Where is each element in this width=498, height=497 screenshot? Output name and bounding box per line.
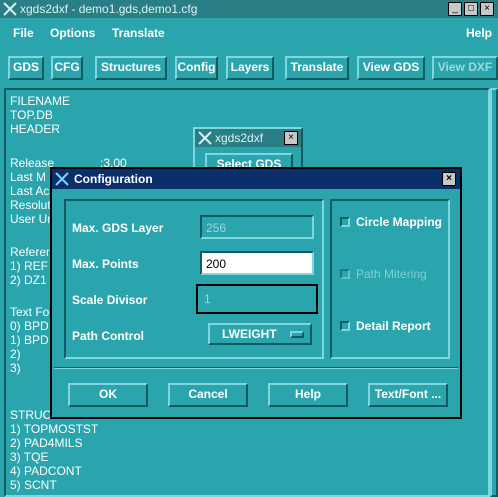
max-layer-value: 256 <box>206 221 227 235</box>
info-line: Last Ac <box>10 184 50 198</box>
app-x-icon <box>2 1 18 20</box>
view-dxf-button[interactable]: View DXF <box>432 56 498 80</box>
header-block: Release:3.00 Last M Last Ac Resolut User… <box>10 156 127 226</box>
config-titlebar[interactable]: Configuration × <box>52 169 460 189</box>
structure-item: 2) PAD4MILS <box>10 436 83 450</box>
scale-divisor-field[interactable]: 1 <box>196 284 318 314</box>
info-line: Referen <box>10 245 53 259</box>
close-button[interactable]: × <box>442 172 456 186</box>
menu-options[interactable]: Options <box>50 26 95 40</box>
view-gds-button[interactable]: View GDS <box>357 56 425 80</box>
vertical-scrollbar[interactable] <box>490 88 498 497</box>
scale-divisor-label: Scale Divisor <box>72 293 148 307</box>
path-mitering-label: Path Mitering <box>356 267 427 281</box>
main-titlebar[interactable]: xgds2dxf - demo1.gds,demo1.cfg _ □ × <box>0 0 498 18</box>
config-title: Configuration <box>74 172 153 186</box>
structure-item: 5) SCNT <box>10 478 57 492</box>
max-points-field[interactable]: 200 <box>200 251 314 275</box>
circle-mapping-checkbox[interactable] <box>340 217 350 227</box>
detail-report-label: Detail Report <box>356 319 431 333</box>
menu-file[interactable]: File <box>13 26 34 40</box>
settings-group: Max. GDS Layer 256 Max. Points 200 Scale… <box>64 199 324 359</box>
info-line: HEADER <box>10 122 61 136</box>
info-line: 2) <box>10 347 21 361</box>
menu-translate[interactable]: Translate <box>112 26 165 40</box>
info-line: 2) DZ1 <box>10 273 47 287</box>
structures-block: STRUCT 1) TOPMOSTST 2) PAD4MILS 3) TQE 4… <box>10 408 98 492</box>
max-layer-field[interactable]: 256 <box>200 215 314 239</box>
minimize-button[interactable]: _ <box>448 2 462 16</box>
info-line: 1) BPD <box>10 333 49 347</box>
app-x-icon <box>54 171 70 190</box>
filename-block: FILENAME TOP.DB HEADER <box>10 94 70 136</box>
close-button[interactable]: × <box>480 2 494 16</box>
info-line: 1) REF <box>10 259 49 273</box>
release-row: Release:3.00 <box>10 156 127 170</box>
max-points-label: Max. Points <box>72 257 139 271</box>
config-dialog: Configuration × Max. GDS Layer 256 Max. … <box>50 167 462 419</box>
refs-block: Referen 1) REF 2) DZ1 <box>10 245 53 287</box>
cfg-button[interactable]: CFG <box>51 56 83 80</box>
textfont-button[interactable]: Text/Font ... <box>368 383 448 407</box>
toolbar: GDS CFG Structures Config Layers Transla… <box>0 52 498 82</box>
info-line: FILENAME <box>10 94 71 108</box>
structure-item: 3) TQE <box>10 450 49 464</box>
textfont-block: Text Fo 0) BPD 1) BPD 2) 3) <box>10 305 49 375</box>
release-label: Release <box>10 156 55 170</box>
separator <box>54 367 458 369</box>
info-line: TOP.DB <box>10 108 53 122</box>
config-button[interactable]: Config <box>175 56 218 80</box>
maximize-button[interactable]: □ <box>464 2 478 16</box>
info-line: Last M <box>10 170 47 184</box>
max-layer-label: Max. GDS Layer <box>72 221 164 235</box>
info-line: 3) <box>10 361 21 375</box>
info-line: User Ur <box>10 212 52 226</box>
translate-button[interactable]: Translate <box>285 56 349 80</box>
circle-mapping-label: Circle Mapping <box>356 215 443 229</box>
max-points-value: 200 <box>206 257 227 271</box>
structure-item: 1) TOPMOSTST <box>10 422 99 436</box>
path-control-value: LWEIGHT <box>222 327 277 341</box>
info-line: 0) BPD <box>10 319 49 333</box>
menu-help[interactable]: Help <box>466 26 492 40</box>
path-control-label: Path Control <box>72 329 144 343</box>
help-button[interactable]: Help <box>268 383 348 407</box>
app-x-icon <box>197 130 213 149</box>
structures-button[interactable]: Structures <box>95 56 167 80</box>
close-button[interactable]: × <box>284 131 298 145</box>
cancel-button[interactable]: Cancel <box>168 383 248 407</box>
info-line: Text Fo <box>10 305 50 319</box>
scale-divisor-value: 1 <box>204 292 211 306</box>
menubar: File Options Translate Help <box>0 19 498 47</box>
path-control-select[interactable]: LWEIGHT <box>208 323 312 345</box>
ok-button[interactable]: OK <box>68 383 148 407</box>
window-title: xgds2dxf - demo1.gds,demo1.cfg <box>20 2 198 16</box>
structure-item: 4) PADCONT <box>10 464 82 478</box>
info-line: Resolut <box>10 198 51 212</box>
options-group: Circle Mapping Path Mitering Detail Repo… <box>330 199 450 359</box>
layers-button[interactable]: Layers <box>226 56 274 80</box>
gds-button[interactable]: GDS <box>8 56 44 80</box>
bg-dialog-title: xgds2dxf <box>215 131 264 145</box>
path-mitering-checkbox[interactable] <box>340 269 350 279</box>
option-menu-indicator-icon <box>290 331 304 338</box>
detail-report-checkbox[interactable] <box>340 321 350 331</box>
bg-dialog-titlebar[interactable]: xgds2dxf × <box>195 129 301 147</box>
